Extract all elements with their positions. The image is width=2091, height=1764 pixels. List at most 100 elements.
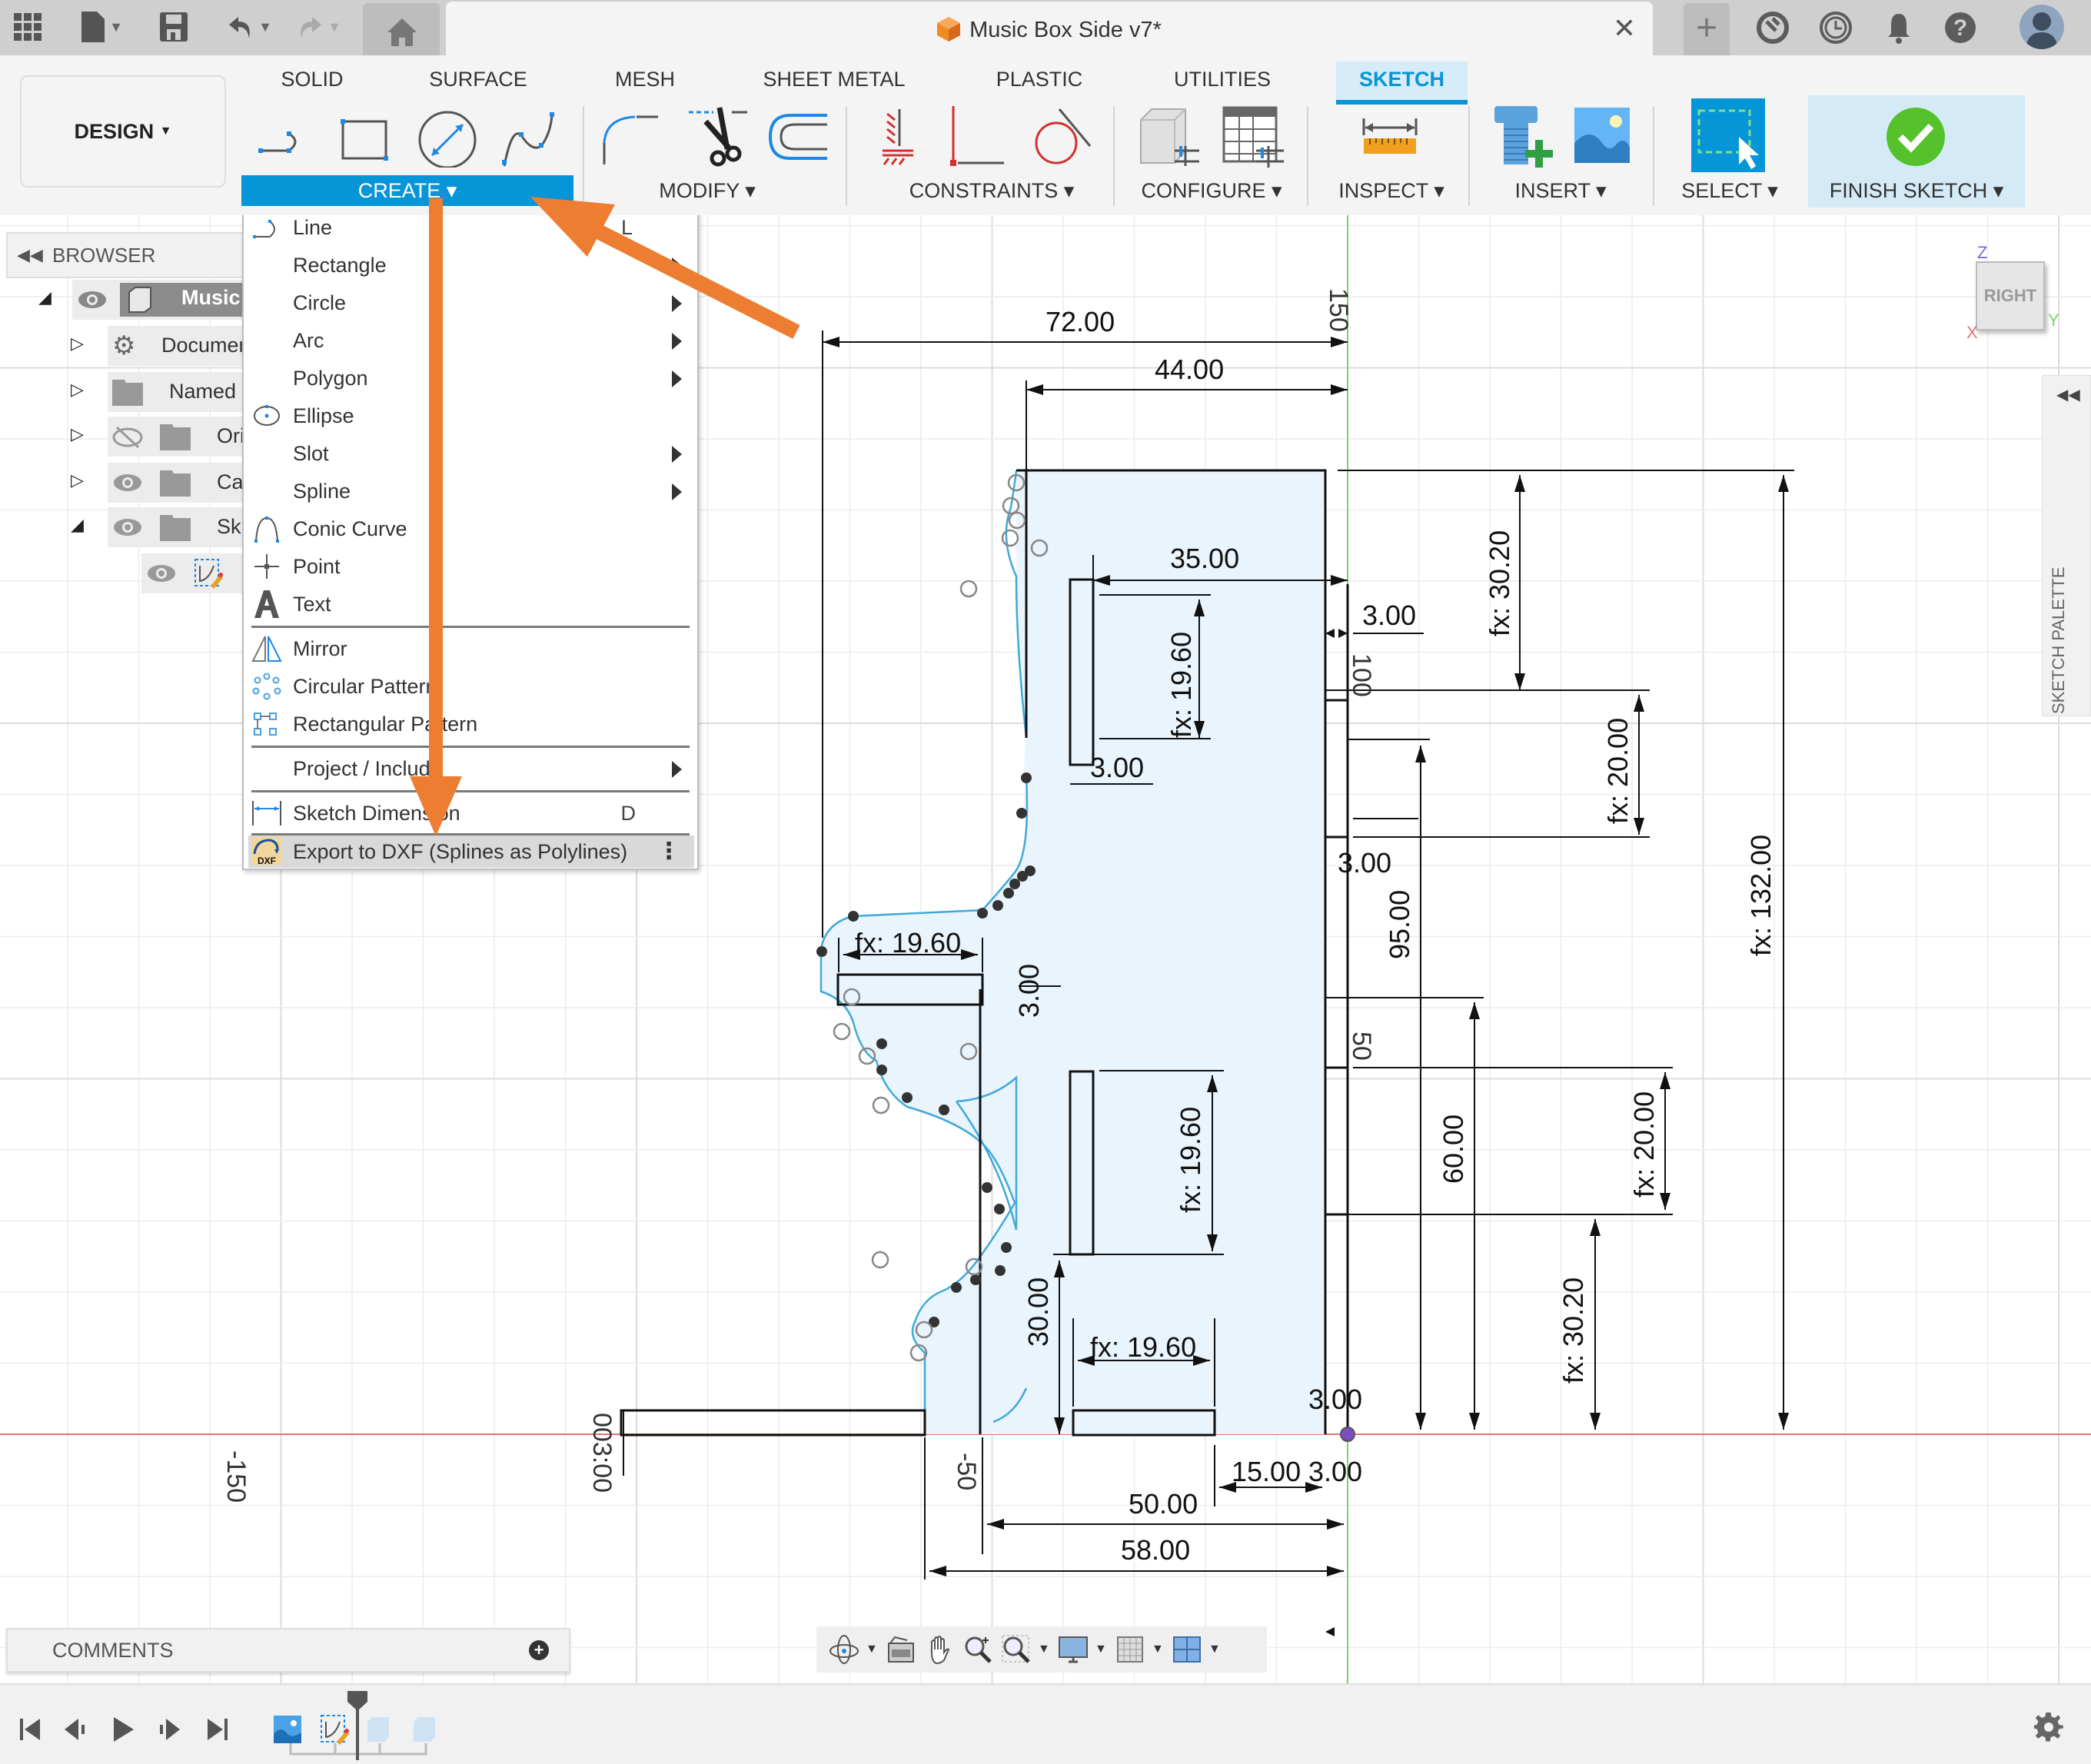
look-at-button[interactable] <box>884 1633 918 1666</box>
chevron-down-icon[interactable]: ▼ <box>1152 1643 1165 1656</box>
trim-icon[interactable] <box>686 103 750 168</box>
menu-item-export-dxf[interactable]: DXF Export to DXF (Splines as Polylines)… <box>248 835 694 868</box>
dimension-44[interactable]: 44.00 <box>1155 354 1224 386</box>
apps-grid-icon[interactable] <box>11 8 45 46</box>
constraints-menu-button[interactable]: CONSTRAINTS ▾ <box>884 175 1099 206</box>
dimension-fx-19-60-lower-vertical[interactable]: fx: 19.60 <box>1175 1107 1207 1213</box>
finish-sketch-button[interactable]: FINISH SKETCH ▾ <box>1808 95 2025 208</box>
collapse-icon[interactable]: ◢ <box>71 515 84 535</box>
redo-button[interactable]: ▼ <box>292 8 346 46</box>
timeline-settings-gear-icon[interactable] <box>2034 1713 2065 1743</box>
sketch-palette-panel[interactable]: ◀◀ SKETCH PALETTE <box>2042 375 2091 716</box>
dimension-50[interactable]: 50.00 <box>1129 1488 1198 1520</box>
browser-item-named-views[interactable]: ▷ Named <box>0 372 246 412</box>
dimension-fx-132[interactable]: fx: 132.00 <box>1745 835 1777 956</box>
close-tab-button[interactable]: ✕ <box>1613 12 1636 45</box>
menu-item-mirror[interactable]: Mirror <box>248 630 694 667</box>
orbit-button[interactable] <box>827 1633 861 1666</box>
expand-icon[interactable]: ▷ <box>71 470 84 490</box>
visibility-hidden-icon[interactable] <box>112 424 143 450</box>
menu-item-text[interactable]: Text <box>248 586 694 623</box>
collapse-browser-icon[interactable]: ◀◀ <box>17 234 43 277</box>
configure-menu-button[interactable]: CONFIGURE ▾ <box>1135 175 1288 206</box>
step-forward-icon[interactable] <box>155 1716 183 1743</box>
grid-settings-button[interactable] <box>1113 1633 1147 1666</box>
dimension-fx-19-60-left[interactable]: fx: 19.60 <box>855 927 961 959</box>
menu-item-spline[interactable]: Spline <box>248 473 694 510</box>
undo-button[interactable]: ▼ <box>223 8 277 46</box>
dimension-72[interactable]: 72.00 <box>1046 306 1115 338</box>
visibility-eye-icon[interactable] <box>77 286 108 314</box>
chevron-down-icon[interactable]: ▼ <box>1095 1643 1109 1656</box>
spline-icon[interactable] <box>497 103 561 168</box>
go-to-end-icon[interactable] <box>203 1716 231 1743</box>
dimension-fx-20-00-lower[interactable]: fx: 20.00 <box>1628 1091 1660 1198</box>
tangent-icon[interactable] <box>1029 103 1093 168</box>
more-options-icon[interactable]: ⋮ <box>657 835 680 868</box>
tab-mesh[interactable]: MESH <box>610 61 680 97</box>
perpendicular-icon[interactable] <box>946 103 1010 168</box>
chevron-down-icon[interactable]: ▼ <box>866 1643 879 1656</box>
timeline-marker-handle[interactable] <box>346 1691 369 1760</box>
timeline-extrude-feature[interactable] <box>412 1716 437 1743</box>
create-menu-button[interactable]: CREATE ▾ <box>241 175 573 206</box>
menu-item-project-include[interactable]: Project / Include <box>248 750 694 787</box>
document-tab[interactable]: Music Box Side v7* ✕ <box>446 2 1653 55</box>
job-status-button[interactable] <box>1819 11 1853 45</box>
file-menu-button[interactable]: ▼ <box>75 8 129 46</box>
menu-item-circular-pattern[interactable]: Circular Pattern <box>248 668 694 705</box>
menu-item-sketch-dimension[interactable]: Sketch Dimension D <box>248 795 694 832</box>
dimension-30[interactable]: 30.00 <box>1022 1277 1055 1347</box>
insert-canvas-icon[interactable] <box>1571 103 1636 168</box>
dimension-3-bottom[interactable]: 3.00 <box>1308 1456 1362 1488</box>
browser-item-sketches[interactable]: ◢ Sk <box>0 507 246 547</box>
tab-sketch[interactable]: SKETCH <box>1336 61 1468 105</box>
timeline-extrude-feature[interactable] <box>366 1716 391 1743</box>
browser-item-root[interactable]: ◢ Music <box>0 280 246 320</box>
dimension-fx-30-20-top[interactable]: fx: 30.20 <box>1484 530 1516 636</box>
view-cube[interactable]: RIGHT <box>1976 261 2045 331</box>
tab-solid[interactable]: SOLID <box>278 61 346 97</box>
workspace-switcher[interactable]: DESIGN ▼ <box>20 75 226 188</box>
step-back-icon[interactable] <box>62 1716 89 1743</box>
browser-item-document-settings[interactable]: ▷ ⚙ Documer <box>0 326 246 366</box>
measure-icon[interactable] <box>1358 103 1422 168</box>
user-avatar[interactable] <box>2020 5 2064 49</box>
origin-point[interactable] <box>1340 1427 1355 1442</box>
window-select-icon[interactable] <box>1691 98 1765 172</box>
inspect-menu-button[interactable]: INSPECT ▾ <box>1330 175 1453 206</box>
visibility-eye-icon[interactable] <box>112 513 143 541</box>
dimension-35[interactable]: 35.00 <box>1170 543 1239 575</box>
dimension-fx-30-20-lower[interactable]: fx: 30.20 <box>1557 1277 1590 1384</box>
dimension-3-vertical[interactable]: 3.00 <box>1013 964 1046 1018</box>
menu-item-rectangular-pattern[interactable]: Rectangular Pattern <box>248 706 694 742</box>
menu-item-rectangle[interactable]: Rectangle <box>248 247 694 284</box>
browser-item-canvases[interactable]: ▷ Ca <box>0 463 246 503</box>
notifications-button[interactable] <box>1882 11 1916 45</box>
visibility-eye-icon[interactable] <box>112 469 143 497</box>
timeline-canvas-feature[interactable] <box>274 1716 301 1743</box>
tab-sheet-metal[interactable]: SHEET METAL <box>761 61 907 97</box>
timeline-sketch-feature[interactable] <box>320 1714 349 1745</box>
browser-header[interactable]: ◀◀ BROWSER <box>6 232 244 278</box>
modify-menu-button[interactable]: MODIFY ▾ <box>630 175 784 206</box>
save-button[interactable] <box>157 8 191 46</box>
new-tab-button[interactable]: + <box>1684 3 1730 55</box>
line-icon[interactable] <box>252 103 317 168</box>
extensions-button[interactable] <box>1756 11 1790 45</box>
menu-item-line[interactable]: Line L <box>248 215 694 246</box>
help-button[interactable]: ? <box>1943 11 1977 45</box>
display-settings-button[interactable] <box>1056 1633 1090 1666</box>
rectangle-icon[interactable] <box>332 103 397 168</box>
dimension-3-right-mid[interactable]: 3.00 <box>1338 847 1391 879</box>
chevron-down-icon[interactable]: ▼ <box>1208 1643 1222 1656</box>
sketch-canvas[interactable]: 150 -150 -50 100 50 003:00 72.00 44.00 3… <box>0 215 2091 1683</box>
comments-panel[interactable]: COMMENTS + <box>6 1628 570 1673</box>
expand-palette-icon[interactable]: ◀◀ <box>2056 385 2080 404</box>
menu-item-circle[interactable]: Circle <box>248 284 694 321</box>
browser-item-sketch[interactable] <box>0 553 246 593</box>
expand-icon[interactable]: ▷ <box>71 380 84 400</box>
select-menu-button[interactable]: SELECT ▾ <box>1668 175 1791 206</box>
fix-constraint-icon[interactable] <box>867 103 932 168</box>
tab-surface[interactable]: SURFACE <box>424 61 532 97</box>
